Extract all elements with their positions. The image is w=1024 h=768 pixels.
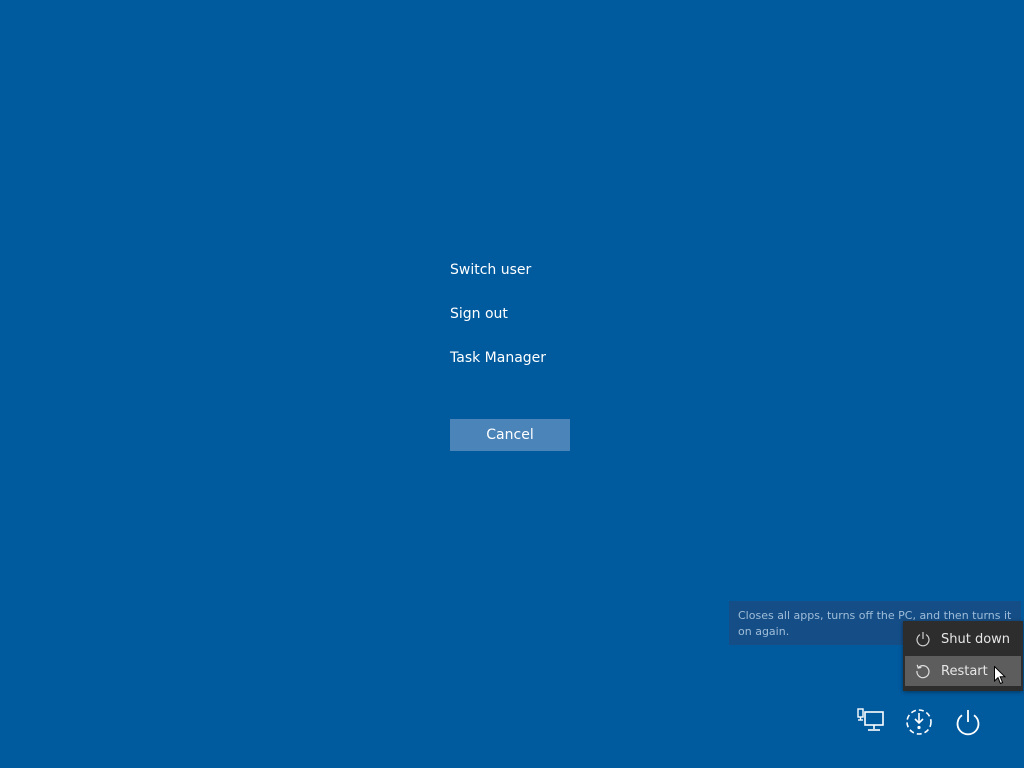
mouse-pointer-icon bbox=[994, 665, 1007, 685]
ease-of-access-icon[interactable] bbox=[901, 704, 937, 740]
switch-user-link[interactable]: Switch user bbox=[450, 259, 546, 281]
restart-icon bbox=[905, 656, 941, 686]
power-icon bbox=[905, 624, 941, 654]
restart-label: Restart bbox=[941, 663, 988, 679]
task-manager-link[interactable]: Task Manager bbox=[450, 347, 546, 369]
shut-down-label: Shut down bbox=[941, 631, 1011, 647]
ctrl-alt-del-options: Switch user Sign out Task Manager bbox=[450, 259, 546, 391]
sign-out-link[interactable]: Sign out bbox=[450, 303, 546, 325]
power-icon[interactable] bbox=[950, 704, 986, 740]
cancel-button[interactable]: Cancel bbox=[450, 419, 570, 451]
network-icon[interactable] bbox=[853, 704, 889, 740]
shut-down-option[interactable]: Shut down bbox=[905, 624, 1021, 654]
